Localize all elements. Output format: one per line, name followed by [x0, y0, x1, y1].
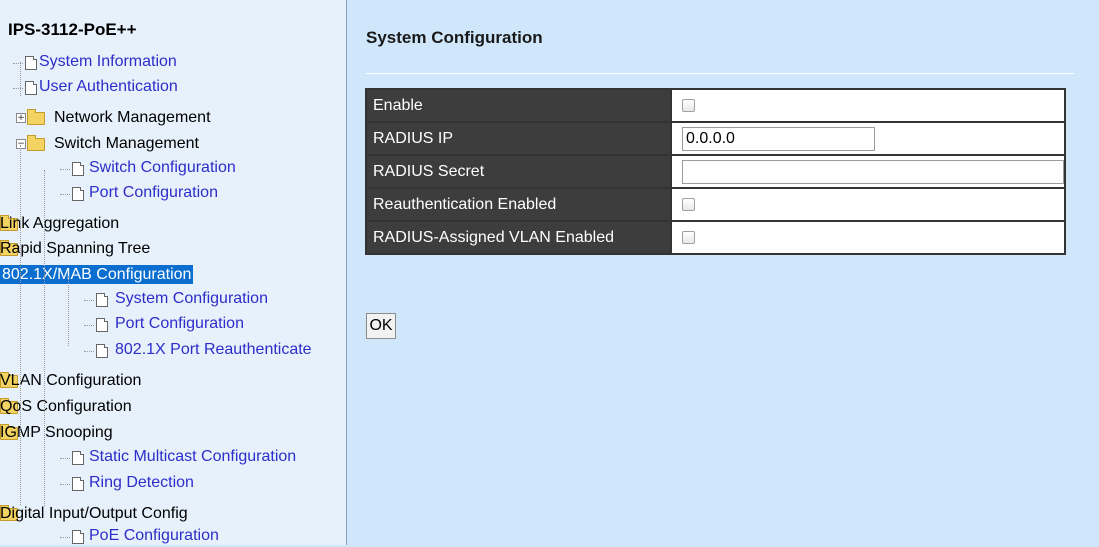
page-icon — [96, 318, 108, 332]
radius-ip-label: RADIUS IP — [365, 121, 672, 156]
tree-leaf-link[interactable]: System Configuration — [115, 288, 268, 310]
tree-item-label: Digital Input/Output Config — [0, 505, 188, 522]
tree-leaf-link[interactable]: Switch Configuration — [89, 157, 236, 179]
page-title: System Configuration — [366, 28, 543, 47]
tree-item-label: Link Aggregation — [0, 215, 120, 232]
table-row-radius-ip: RADIUS IP — [365, 121, 1066, 156]
tree-item-label: Ring Detection — [89, 474, 194, 491]
tree-guide-line — [44, 276, 45, 346]
tree-connector — [84, 351, 94, 352]
page-icon — [25, 81, 37, 95]
tree-leaf-link[interactable]: System Information — [39, 51, 177, 73]
page-icon — [25, 56, 37, 70]
tree-leaf-link[interactable]: Static Multicast Configuration — [89, 446, 296, 468]
tree-item-label: IGMP Snooping — [0, 424, 113, 441]
page-icon — [72, 477, 84, 491]
reauthentication-checkbox[interactable] — [682, 197, 695, 211]
tree-item-label: Network Management — [54, 109, 211, 126]
tree-item-label: User Authentication — [39, 78, 178, 95]
tree-connector — [60, 458, 70, 459]
folder-open-icon — [27, 135, 45, 151]
table-row-enable: Enable — [365, 88, 1066, 123]
tree-item-label: System Information — [39, 53, 177, 70]
tree-leaf-link[interactable]: User Authentication — [39, 76, 178, 98]
tree-folder-item[interactable]: Switch Management — [54, 133, 199, 155]
main-content: System Configuration Enable RADIUS IP RA… — [348, 0, 1099, 545]
tree-item-label: 802.1X Port Reauthenticate — [115, 341, 312, 358]
navigation-sidebar: IPS-3112-PoE++ System Information User Au… — [0, 0, 347, 545]
reauthentication-label: Reauthentication Enabled — [365, 187, 672, 222]
tree-item-label: Rapid Spanning Tree — [0, 240, 151, 257]
radius-vlan-checkbox[interactable] — [682, 230, 695, 244]
tree-connector — [60, 169, 70, 170]
tree-connector — [13, 88, 23, 89]
tree-item-label: System Configuration — [115, 290, 268, 307]
page-icon — [96, 344, 108, 358]
tree-folder-item[interactable]: IGMP Snooping — [0, 422, 113, 444]
title-divider — [366, 73, 1074, 74]
table-row-radius-vlan: RADIUS-Assigned VLAN Enabled — [365, 220, 1066, 255]
ok-button[interactable]: OK — [366, 313, 396, 339]
tree-leaf-link[interactable]: Port Configuration — [115, 313, 244, 335]
tree-connector — [84, 325, 94, 326]
radius-ip-cell — [670, 121, 1066, 156]
tree-item-label: Static Multicast Configuration — [89, 448, 297, 465]
tree-item-label: PoE Configuration — [89, 527, 219, 544]
tree-connector — [13, 63, 23, 64]
page-icon — [72, 451, 84, 465]
tree-item-label: Switch Configuration — [89, 159, 236, 176]
tree-leaf-link[interactable]: PoE Configuration — [89, 525, 219, 547]
reauthentication-cell — [670, 187, 1066, 222]
tree-guide-line — [20, 62, 21, 96]
tree-expander-icon[interactable]: − — [16, 139, 26, 149]
tree-item-label: Port Configuration — [89, 184, 218, 201]
tree-folder-item[interactable]: Digital Input/Output Config — [0, 503, 188, 525]
tree-folder-item[interactable]: VLAN Configuration — [0, 370, 141, 392]
tree-item-label: VLAN Configuration — [0, 372, 142, 389]
tree-folder-item[interactable]: 802.1X/MAB Configuration — [0, 264, 194, 286]
tree-expander-icon[interactable]: + — [16, 113, 26, 123]
enable-label: Enable — [365, 88, 672, 123]
tree-guide-line — [20, 145, 21, 505]
tree-guide-line — [68, 276, 69, 346]
tree-folder-item[interactable]: Network Management — [54, 107, 211, 129]
tree-folder-item[interactable]: Rapid Spanning Tree — [0, 238, 150, 260]
radius-secret-input[interactable] — [682, 159, 1064, 184]
enable-cell — [670, 88, 1066, 123]
radius-secret-cell — [670, 154, 1066, 189]
tree-connector — [60, 194, 70, 195]
radius-vlan-label: RADIUS-Assigned VLAN Enabled — [365, 220, 672, 255]
tree-folder-item[interactable]: Link Aggregation — [0, 213, 119, 235]
enable-checkbox[interactable] — [682, 98, 695, 112]
tree-connector — [84, 300, 94, 301]
page-icon — [72, 530, 84, 544]
device-model-title: IPS-3112-PoE++ — [8, 20, 137, 39]
tree-leaf-link[interactable]: 802.1X Port Reauthenticate — [115, 339, 312, 361]
page-icon — [72, 162, 84, 176]
tree-item-label: 802.1X/MAB Configuration — [0, 265, 194, 284]
radius-ip-input[interactable] — [682, 126, 875, 151]
radius-vlan-cell — [670, 220, 1066, 255]
system-config-table: Enable RADIUS IP RADIUS Secret Reauthent… — [365, 88, 1066, 255]
tree-item-label: Port Configuration — [115, 315, 244, 332]
tree-item-label: Switch Management — [54, 135, 199, 152]
tree-leaf-link[interactable]: Port Configuration — [89, 182, 218, 204]
tree-leaf-link[interactable]: Ring Detection — [89, 472, 194, 494]
page-icon — [72, 187, 84, 201]
tree-connector — [60, 484, 70, 485]
radius-secret-label: RADIUS Secret — [365, 154, 672, 189]
table-row-radius-secret: RADIUS Secret — [365, 154, 1066, 189]
tree-connector — [60, 537, 70, 538]
table-row-reauthentication: Reauthentication Enabled — [365, 187, 1066, 222]
page-icon — [96, 293, 108, 307]
folder-icon — [27, 109, 45, 125]
